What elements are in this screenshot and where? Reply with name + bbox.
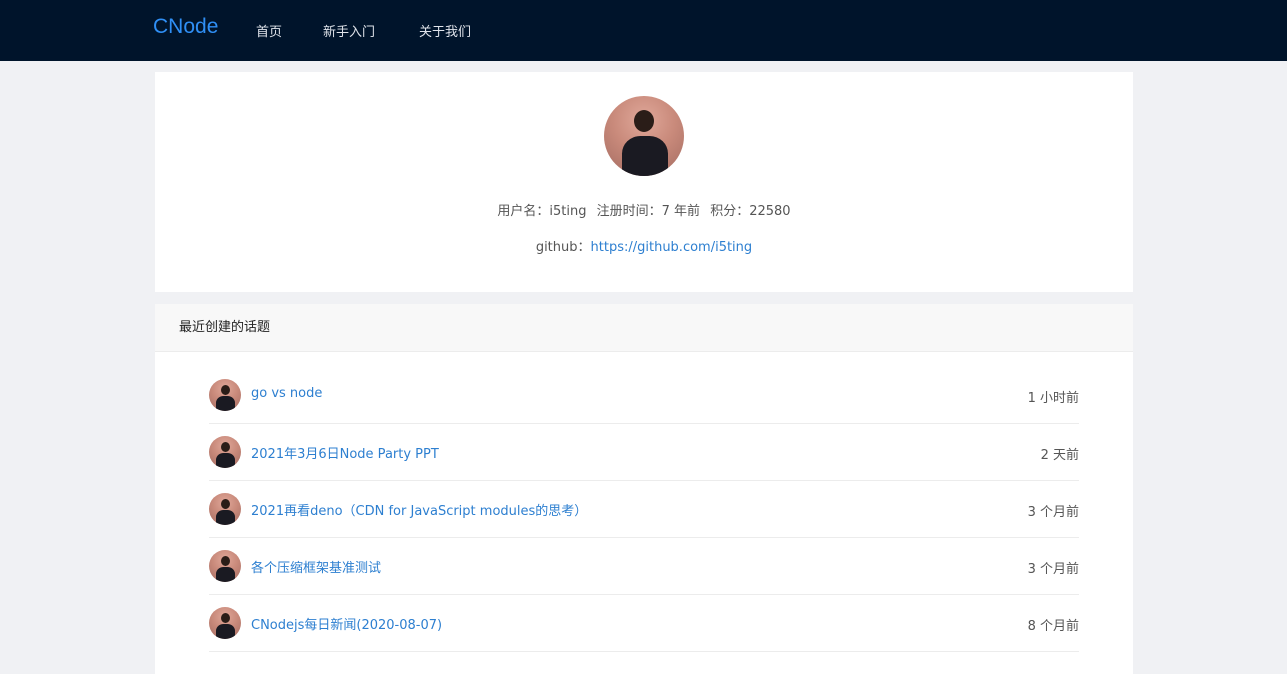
topic-row: 2021再看deno（CDN for JavaScript modules的思考… [209, 481, 1079, 538]
author-avatar[interactable] [209, 379, 241, 411]
topic-time: 2 天前 [1040, 448, 1079, 463]
topic-row: 2021年3月6日Node Party PPT 2 天前 [209, 424, 1079, 481]
topic-time: 3 个月前 [1027, 505, 1079, 520]
github-line: github：https://github.com/i5ting [155, 236, 1133, 255]
topic-time: 8 个月前 [1027, 619, 1079, 634]
topic-row: CNodejs每日新闻(2020-08-07) 8 个月前 [209, 595, 1079, 652]
username-text: 用户名：i5ting [497, 204, 587, 219]
user-profile-card: 用户名：i5ting 注册时间：7 年前 积分：22580 github：htt… [155, 72, 1133, 292]
user-info-line: 用户名：i5ting 注册时间：7 年前 积分：22580 [155, 200, 1133, 219]
github-link[interactable]: https://github.com/i5ting [591, 240, 753, 255]
nav-getting-started-link[interactable]: 新手入门 [323, 21, 375, 40]
brand-logo-link[interactable]: CNode [153, 15, 218, 39]
author-avatar[interactable] [209, 436, 241, 468]
register-time-text: 注册时间：7 年前 [596, 204, 701, 219]
topic-row: go vs node 1 小时前 [209, 367, 1079, 424]
topic-title-link[interactable]: CNodejs每日新闻(2020-08-07) [251, 614, 442, 633]
topic-title-link[interactable]: 各个压缩框架基准测试 [251, 557, 381, 576]
nav-about-link[interactable]: 关于我们 [419, 21, 471, 40]
author-avatar[interactable] [209, 550, 241, 582]
topic-title-link[interactable]: go vs node [251, 386, 322, 401]
topic-time: 1 小时前 [1027, 391, 1079, 406]
author-avatar[interactable] [209, 493, 241, 525]
topic-title-link[interactable]: 2021再看deno（CDN for JavaScript modules的思考… [251, 500, 587, 519]
score-text: 积分：22580 [710, 204, 791, 219]
nav-home-link[interactable]: 首页 [256, 21, 282, 40]
author-avatar[interactable] [209, 607, 241, 639]
recent-topics-header: 最近创建的话题 [155, 304, 1133, 352]
topic-row: 各个压缩框架基准测试 3 个月前 [209, 538, 1079, 595]
top-navbar: CNode 首页 新手入门 关于我们 [0, 0, 1287, 61]
topic-time: 3 个月前 [1027, 562, 1079, 577]
github-label: github： [535, 240, 591, 255]
recent-topics-panel: 最近创建的话题 go vs node 1 小时前 2021年3月6日Node P… [155, 304, 1133, 674]
user-avatar [604, 96, 684, 176]
topic-title-link[interactable]: 2021年3月6日Node Party PPT [251, 443, 439, 462]
